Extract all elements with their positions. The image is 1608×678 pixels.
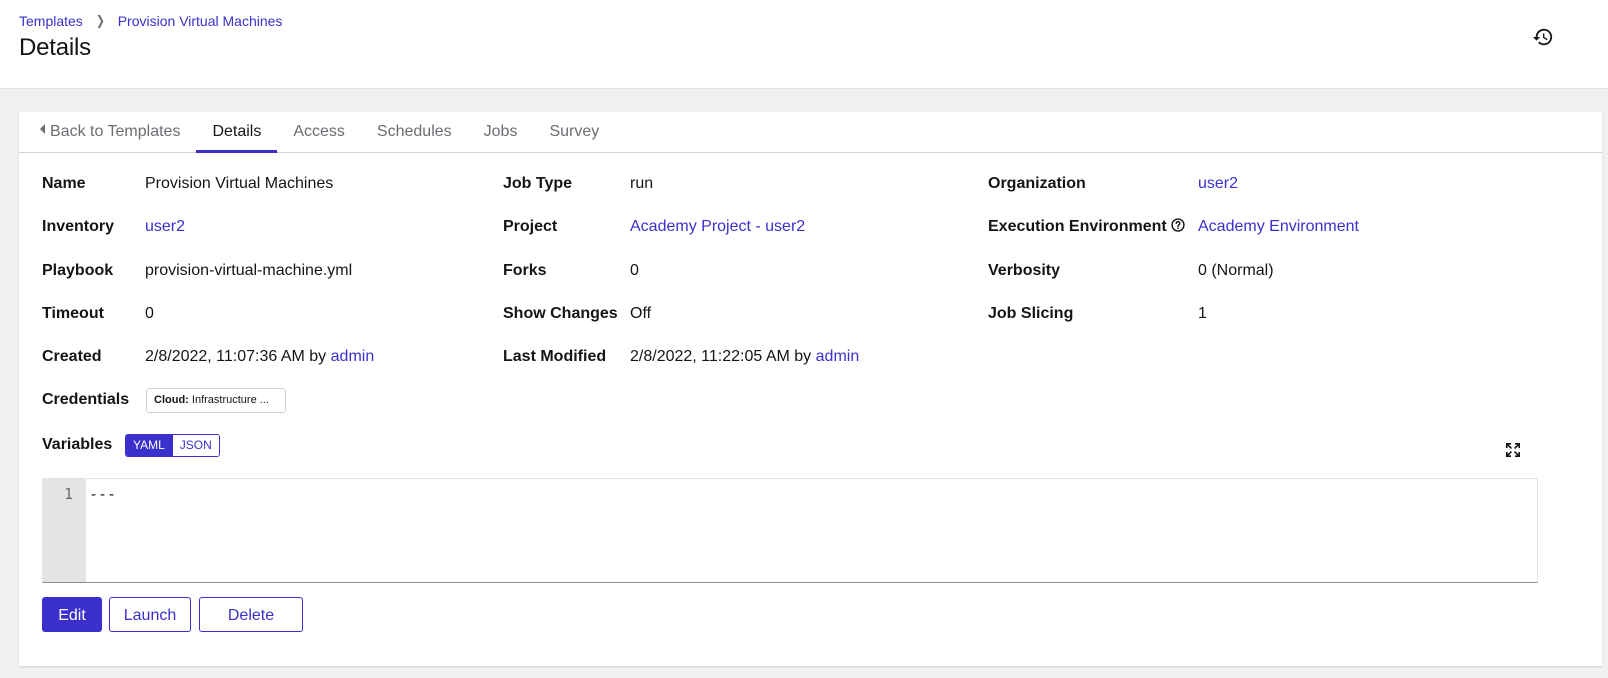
tab-survey[interactable]: Survey (533, 112, 615, 152)
organization-link[interactable]: user2 (1198, 175, 1238, 193)
created-by: by (309, 348, 327, 365)
json-toggle-button[interactable]: JSON (171, 435, 219, 456)
inventory-link[interactable]: user2 (145, 218, 185, 236)
forks-label: Forks (503, 262, 547, 279)
last-modified-by-user-link[interactable]: admin (816, 348, 860, 365)
execution-environment-label-text: Execution Environment (988, 218, 1167, 235)
tab-back-to-templates[interactable]: Back to Templates (19, 112, 196, 152)
page-header: Templates ❯ Provision Virtual Machines D… (0, 0, 1608, 89)
job-slicing-value: 1 (1198, 305, 1207, 322)
credential-chip[interactable]: Cloud: Infrastructure ... (146, 388, 286, 413)
verbosity-label: Verbosity (988, 262, 1061, 279)
project-link[interactable]: Academy Project - user2 (630, 218, 805, 236)
created-label: Created (42, 348, 102, 365)
tab-details[interactable]: Details (196, 112, 278, 153)
created-value: 2/8/2022, 11:07:36 AM by admin (145, 348, 374, 366)
last-modified-label: Last Modified (503, 348, 607, 365)
breadcrumb-templates[interactable]: Templates (19, 13, 83, 29)
execution-environment-label: Execution Environment (988, 218, 1185, 236)
playbook-value: provision-virtual-machine.yml (145, 262, 353, 279)
job-slicing-label: Job Slicing (988, 305, 1074, 322)
forks-value: 0 (630, 262, 639, 279)
last-modified-date: 2/8/2022, 11:22:05 AM (630, 348, 790, 365)
tab-jobs[interactable]: Jobs (468, 112, 534, 152)
job-type-label: Job Type (503, 175, 573, 192)
details-card: Back to Templates Details Access Schedul… (19, 112, 1602, 666)
last-modified-value: 2/8/2022, 11:22:05 AM by admin (630, 348, 859, 366)
verbosity-value: 0 (Normal) (1198, 262, 1274, 279)
inventory-label: Inventory (42, 218, 115, 235)
credentials-label: Credentials (42, 391, 130, 408)
tab-label: Survey (549, 123, 600, 140)
organization-label: Organization (988, 175, 1086, 192)
timeout-label: Timeout (42, 305, 104, 322)
tab-label: Jobs (483, 123, 518, 140)
chevron-right-icon: ❯ (95, 13, 105, 28)
tab-label: Access (293, 123, 345, 140)
timeout-value: 0 (145, 305, 154, 322)
delete-button[interactable]: Delete (199, 597, 303, 632)
created-date: 2/8/2022, 11:07:36 AM (145, 348, 305, 365)
caret-left-icon (40, 124, 45, 134)
playbook-label: Playbook (42, 262, 114, 279)
job-type-value: run (630, 175, 654, 192)
name-label: Name (42, 175, 86, 192)
execution-environment-link[interactable]: Academy Environment (1198, 218, 1359, 236)
name-value: Provision Virtual Machines (145, 175, 334, 192)
variables-label: Variables (42, 436, 113, 453)
tab-schedules[interactable]: Schedules (361, 112, 468, 152)
show-changes-label: Show Changes (503, 305, 618, 322)
last-modified-by: by (794, 348, 812, 365)
tab-label: Schedules (376, 123, 452, 140)
yaml-json-toggle: YAML JSON (125, 434, 220, 457)
yaml-toggle-button[interactable]: YAML (126, 435, 172, 456)
breadcrumb-current-template[interactable]: Provision Virtual Machines (118, 13, 283, 29)
credential-chip-value: Infrastructure ... (191, 394, 269, 406)
created-by-user-link[interactable]: admin (331, 348, 375, 365)
question-circle-icon[interactable] (1171, 218, 1185, 232)
show-changes-value: Off (630, 305, 652, 322)
variables-code-editor[interactable]: 1 --- (42, 478, 1538, 583)
history-icon[interactable] (1532, 26, 1554, 48)
tab-access[interactable]: Access (277, 112, 361, 152)
tab-label: Details (212, 123, 262, 140)
project-label: Project (503, 218, 558, 235)
code-line[interactable]: --- (86, 479, 116, 582)
expand-icon[interactable] (1505, 442, 1521, 458)
edit-button[interactable]: Edit (42, 597, 102, 632)
tab-bar: Back to Templates Details Access Schedul… (19, 112, 1602, 153)
credential-chip-type: Cloud: (154, 394, 189, 406)
breadcrumb: Templates ❯ Provision Virtual Machines (19, 13, 282, 29)
page-title: Details (19, 34, 91, 61)
launch-button[interactable]: Launch (109, 597, 191, 632)
tab-label: Back to Templates (50, 123, 181, 140)
line-number: 1 (43, 479, 86, 582)
